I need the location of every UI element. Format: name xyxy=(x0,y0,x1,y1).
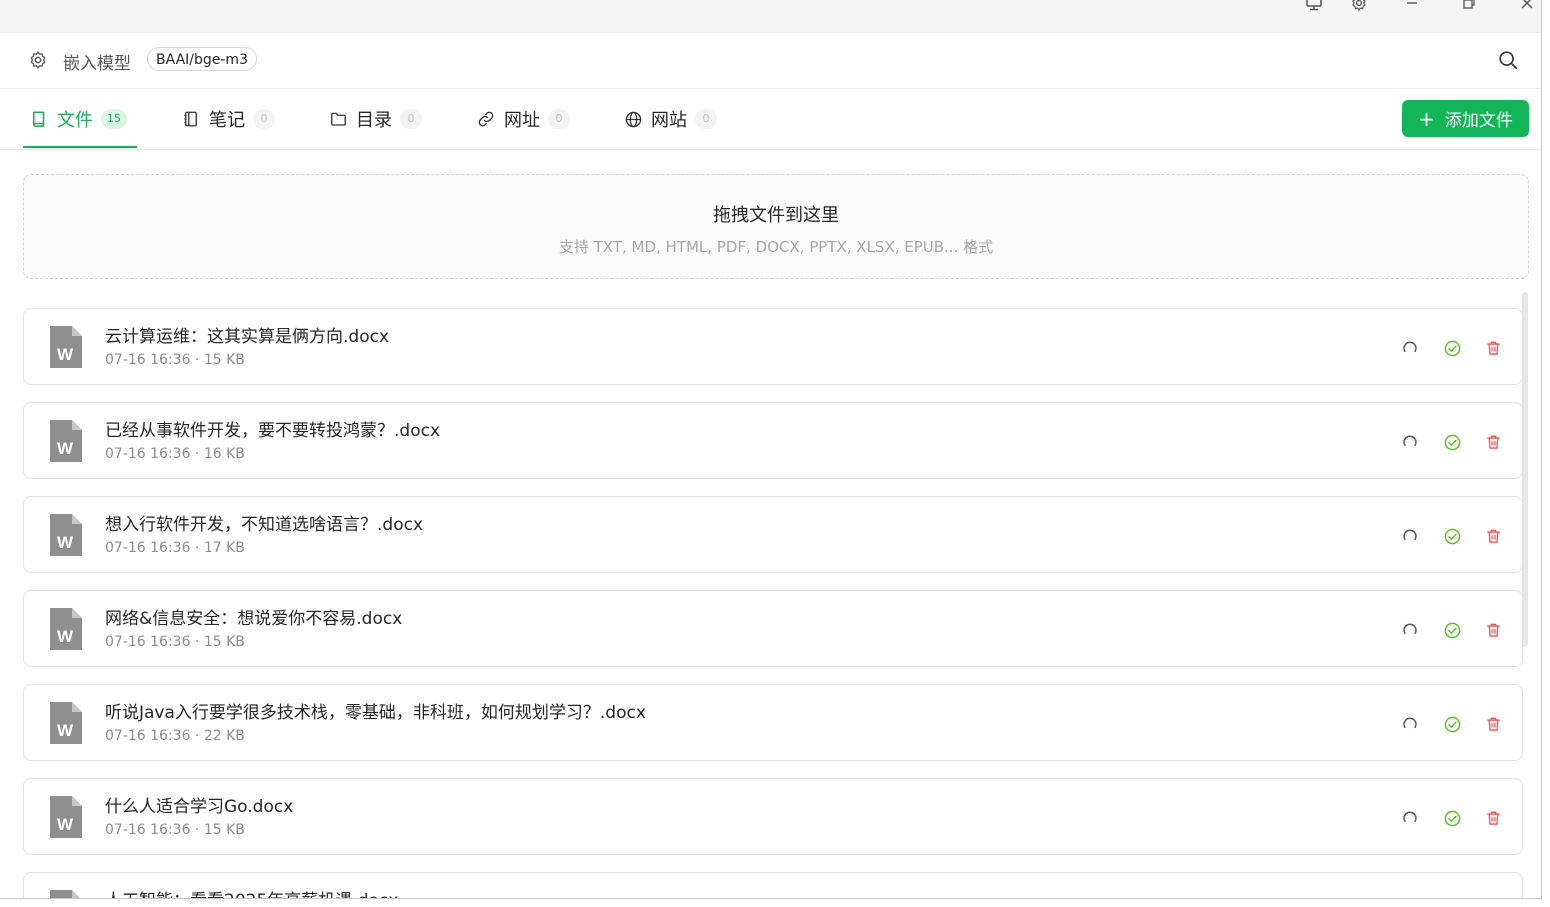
file-list-item[interactable]: W 已经从事软件开发，要不要转投鸿蒙？.docx 07-16 16:36 · 16 … xyxy=(23,402,1523,479)
refresh-icon[interactable] xyxy=(1400,808,1420,828)
header-bar: 嵌入模型 BAAI/bge-m3 xyxy=(0,33,1541,89)
tab-urls-count: 0 xyxy=(548,109,570,129)
file-name: 云计算运维：这其实算是俩方向.docx xyxy=(105,327,390,347)
file-meta: 07-16 16:36 · 15 KB xyxy=(105,822,245,838)
tab-bar: 文件 15 笔记 0 目录 0 网址 0 网站 0 + 添加文件 xyxy=(0,89,1541,150)
tab-notes-label: 笔记 xyxy=(209,110,245,131)
word-file-icon: W xyxy=(48,890,82,898)
globe-icon xyxy=(623,109,643,129)
dropzone-subtitle: 支持 TXT, MD, HTML, PDF, DOCX, PPTX, XLSX,… xyxy=(558,238,994,256)
tab-notes[interactable]: 笔记 0 xyxy=(181,89,275,149)
check-circle-icon[interactable] xyxy=(1442,714,1462,734)
embedding-model-label: 嵌入模型 xyxy=(63,54,131,74)
check-circle-icon[interactable] xyxy=(1442,338,1462,358)
tab-notes-count: 0 xyxy=(253,109,275,129)
file-name: 网络&信息安全：想说爱你不容易.docx xyxy=(105,609,403,629)
svg-text:W: W xyxy=(57,627,74,646)
file-name: 听说Java入行要学很多技术栈，零基础，非科班，如何规划学习？.docx xyxy=(105,703,646,723)
word-file-icon: W xyxy=(48,326,82,372)
restore-icon[interactable] xyxy=(1456,0,1482,14)
model-badge: BAAI/bge-m3 xyxy=(147,47,257,71)
trash-icon[interactable] xyxy=(1483,526,1503,546)
title-bar xyxy=(0,0,1541,33)
file-list-item[interactable]: W 网络&信息安全：想说爱你不容易.docx 07-16 16:36 · 15 KB xyxy=(23,590,1523,667)
tab-files-count: 15 xyxy=(101,109,127,129)
search-icon[interactable] xyxy=(1497,49,1519,75)
trash-icon[interactable] xyxy=(1483,714,1503,734)
check-circle-icon[interactable] xyxy=(1442,808,1462,828)
dropzone-title: 拖拽文件到这里 xyxy=(713,205,839,226)
svg-text:W: W xyxy=(57,533,74,552)
minimize-icon[interactable] xyxy=(1399,0,1425,14)
svg-text:W: W xyxy=(57,439,74,458)
tab-files-label: 文件 xyxy=(57,110,93,131)
file-list-item[interactable]: W 听说Java入行要学很多技术栈，零基础，非科班，如何规划学习？.docx 07-… xyxy=(23,684,1523,761)
word-file-icon: W xyxy=(48,514,82,560)
file-name: 已经从事软件开发，要不要转投鸿蒙？.docx xyxy=(105,421,441,441)
file-meta: 07-16 16:36 · 15 KB xyxy=(105,352,245,368)
tab-websites-label: 网站 xyxy=(651,110,687,131)
word-file-icon: W xyxy=(48,608,82,654)
settings-gear-icon[interactable] xyxy=(1346,0,1372,14)
file-list-item[interactable]: W 云计算运维：这其实算是俩方向.docx 07-16 16:36 · 15 KB xyxy=(23,308,1523,385)
file-name: 什么人适合学习Go.docx xyxy=(105,797,294,817)
refresh-icon[interactable] xyxy=(1400,432,1420,452)
file-list-item[interactable]: W 人工智能：看看2025年高薪机遇.docx xyxy=(23,872,1523,898)
tab-directory-count: 0 xyxy=(400,109,422,129)
file-name: 人工智能：看看2025年高薪机遇.docx xyxy=(105,886,398,898)
file-name: 想入行软件开发，不知道选啥语言？.docx xyxy=(105,515,424,535)
check-circle-icon[interactable] xyxy=(1442,432,1462,452)
book-icon xyxy=(29,109,49,129)
monitor-icon[interactable] xyxy=(1301,0,1327,14)
svg-text:W: W xyxy=(57,345,74,364)
close-icon[interactable] xyxy=(1514,0,1540,14)
trash-icon[interactable] xyxy=(1483,338,1503,358)
file-meta: 07-16 16:36 · 16 KB xyxy=(105,446,245,462)
add-file-label: 添加文件 xyxy=(1444,111,1513,131)
check-circle-icon[interactable] xyxy=(1442,526,1462,546)
word-file-icon: W xyxy=(48,796,82,842)
check-circle-icon[interactable] xyxy=(1442,620,1462,640)
trash-icon[interactable] xyxy=(1483,432,1503,452)
refresh-icon[interactable] xyxy=(1400,714,1420,734)
file-dropzone[interactable]: 拖拽文件到这里 支持 TXT, MD, HTML, PDF, DOCX, PPT… xyxy=(23,174,1529,279)
app-window: 嵌入模型 BAAI/bge-m3 文件 15 笔记 0 目录 0 网址 0 网站… xyxy=(0,0,1542,899)
add-file-button[interactable]: + 添加文件 xyxy=(1402,100,1529,137)
refresh-icon[interactable] xyxy=(1400,338,1420,358)
file-meta: 07-16 16:36 · 15 KB xyxy=(105,634,245,650)
tab-urls[interactable]: 网址 0 xyxy=(476,89,570,149)
word-file-icon: W xyxy=(48,420,82,466)
tab-files[interactable]: 文件 15 xyxy=(29,89,127,149)
plus-icon: + xyxy=(1418,106,1435,131)
trash-icon[interactable] xyxy=(1483,620,1503,640)
gear-icon[interactable] xyxy=(28,50,48,74)
refresh-icon[interactable] xyxy=(1400,526,1420,546)
svg-text:W: W xyxy=(57,815,74,834)
link-icon xyxy=(476,109,496,129)
tab-directory-label: 目录 xyxy=(356,110,392,131)
notebook-icon xyxy=(181,109,201,129)
scrollbar[interactable] xyxy=(1522,292,1528,647)
file-meta: 07-16 16:36 · 17 KB xyxy=(105,540,245,556)
svg-text:W: W xyxy=(57,721,74,740)
trash-icon[interactable] xyxy=(1483,808,1503,828)
tab-websites-count: 0 xyxy=(695,109,717,129)
tab-urls-label: 网址 xyxy=(504,110,540,131)
file-list-item[interactable]: W 想入行软件开发，不知道选啥语言？.docx 07-16 16:36 · 17 K… xyxy=(23,496,1523,573)
active-tab-indicator xyxy=(23,146,137,148)
file-meta: 07-16 16:36 · 22 KB xyxy=(105,728,245,744)
file-list-item[interactable]: W 什么人适合学习Go.docx 07-16 16:36 · 15 KB xyxy=(23,778,1523,855)
tab-websites[interactable]: 网站 0 xyxy=(623,89,717,149)
word-file-icon: W xyxy=(48,702,82,748)
folder-icon xyxy=(328,109,348,129)
tab-directory[interactable]: 目录 0 xyxy=(328,89,422,149)
refresh-icon[interactable] xyxy=(1400,620,1420,640)
